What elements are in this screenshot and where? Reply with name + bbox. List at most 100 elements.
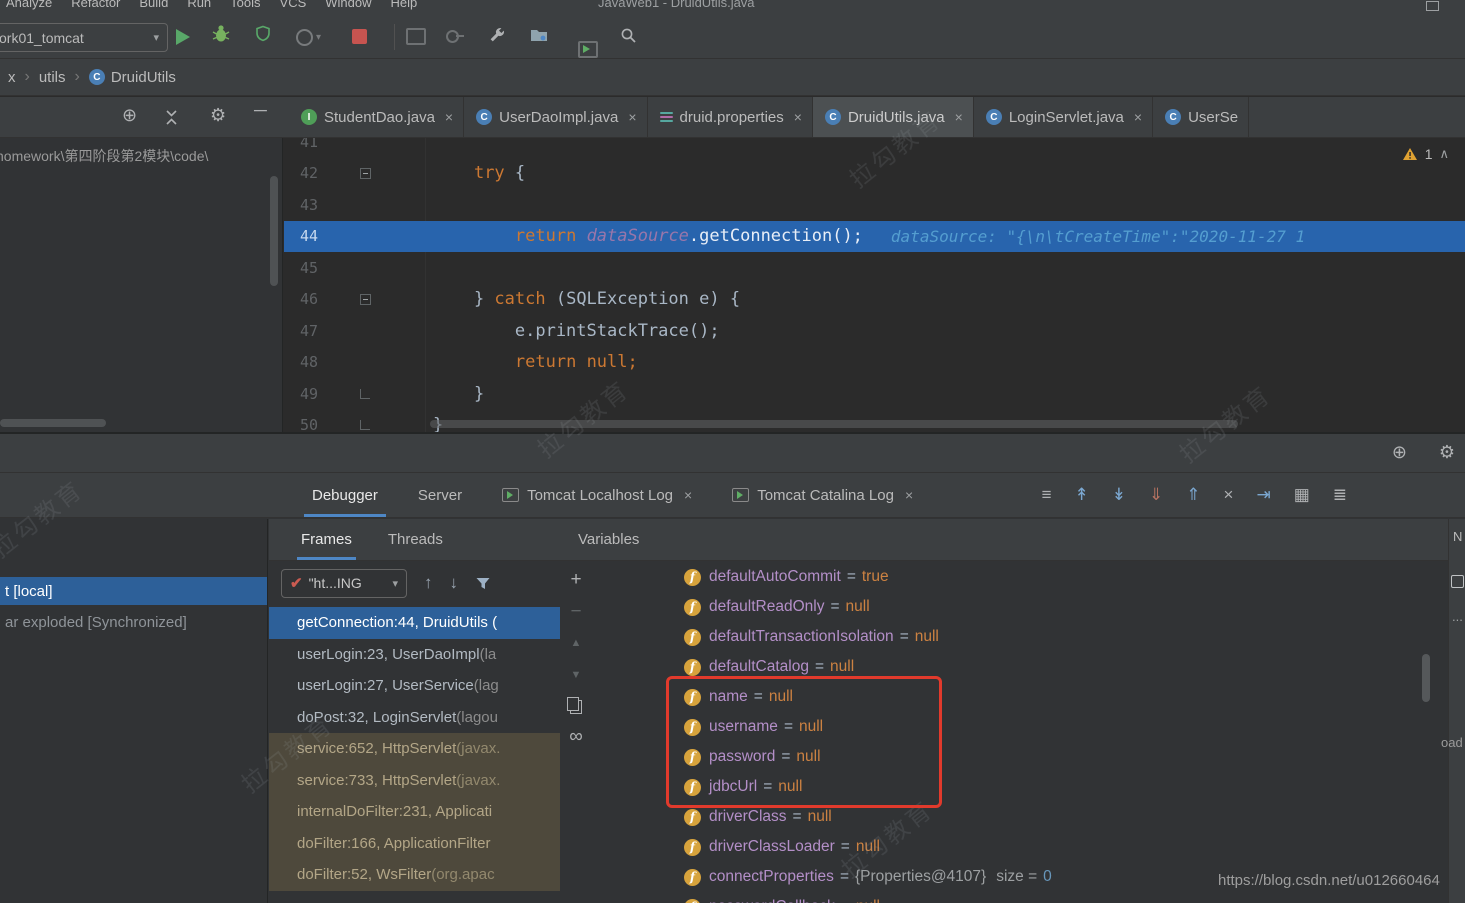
window-control-icon[interactable] — [1426, 1, 1439, 11]
fold-marker-icon[interactable] — [360, 167, 371, 179]
editor-tab-druidutils-java[interactable]: C DruidUtils.java × — [812, 97, 974, 137]
stack-frame-row[interactable]: doFilter:52, WsFilter (org.apac — [269, 859, 560, 891]
stack-frame-row[interactable]: getConnection:44, DruidUtils ( — [269, 607, 560, 639]
breadcrumb-item[interactable]: DruidUtils — [111, 69, 176, 86]
pin-tab-icon[interactable]: ≣ — [1333, 485, 1347, 505]
line-number[interactable]: 50 — [284, 416, 318, 432]
close-tab-icon[interactable]: × — [955, 109, 963, 125]
remove-watch-icon[interactable]: − — [570, 602, 581, 621]
variable-row[interactable]: f driverClassLoader = null — [592, 832, 1465, 862]
variable-row[interactable]: f jdbcUrl = null — [592, 772, 1465, 802]
menu-item-tools[interactable]: Tools — [230, 0, 260, 10]
menu-item-build[interactable]: Build — [139, 0, 168, 10]
run-button[interactable] — [176, 29, 190, 45]
key-icon[interactable] — [446, 30, 464, 43]
code-editor[interactable]: 41 42 try {43 44 return dataSource .getConn… — [284, 138, 1465, 432]
stack-frame-row[interactable]: userLogin:23, UserDaoImpl (la — [269, 639, 560, 671]
coverage-shield-icon[interactable] — [254, 25, 272, 42]
gear-icon[interactable]: ⚙ — [210, 105, 226, 126]
debug-tab-tomcat-localhost-log[interactable]: Tomcat Localhost Log × — [482, 473, 712, 517]
project-path[interactable]: homework\第四阶段第2模块\code\ — [0, 146, 282, 166]
filter-funnel-icon[interactable] — [475, 576, 491, 591]
code-line[interactable]: e.printStackTrace(); — [425, 315, 720, 347]
move-down-icon[interactable]: ▼ — [571, 666, 582, 685]
stack-frame-row[interactable]: userLogin:27, UserService (lag — [269, 670, 560, 702]
add-watch-icon[interactable]: + — [570, 570, 581, 589]
locate-target-icon[interactable]: ⊕ — [1392, 442, 1407, 463]
tab-threads[interactable]: Threads — [384, 519, 447, 560]
variable-row[interactable]: f defaultCatalog = null — [592, 652, 1465, 682]
fold-end-icon[interactable] — [360, 420, 370, 431]
variable-row[interactable]: f name = null — [592, 682, 1465, 712]
editor-tab-loginservlet-java[interactable]: C LoginServlet.java × — [974, 97, 1154, 137]
debug-tab-debugger[interactable]: Debugger — [292, 473, 398, 517]
project-structure-folder-icon[interactable] — [530, 27, 548, 42]
window-icon[interactable] — [406, 28, 426, 45]
code-line[interactable] — [425, 138, 433, 158]
menu-item-help[interactable]: Help — [391, 0, 418, 10]
soft-wrap-icon[interactable]: ⇥ — [1256, 485, 1270, 505]
cut-panel-icon[interactable] — [1451, 575, 1464, 588]
stack-frame-row[interactable]: doPost:32, LoginServlet (lagou — [269, 702, 560, 734]
stack-frame-row[interactable]: service:733, HttpServlet (javax. — [269, 764, 560, 796]
close-tab-icon[interactable]: × — [684, 487, 692, 503]
close-tab-icon[interactable]: × — [1134, 109, 1142, 125]
code-line[interactable]: return null; — [425, 346, 638, 378]
scroll-to-top-icon[interactable]: ↟ — [1075, 485, 1089, 505]
line-number[interactable]: 41 — [284, 138, 318, 151]
project-horizontal-scrollbar[interactable] — [0, 419, 106, 427]
code-line[interactable] — [425, 252, 433, 284]
editor-tab-druid-properties[interactable]: druid.properties × — [648, 97, 813, 137]
variable-row[interactable]: f defaultReadOnly = null — [592, 592, 1465, 622]
line-number[interactable]: 49 — [284, 385, 318, 403]
move-up-icon[interactable]: ▲ — [571, 634, 582, 653]
menu-item-refactor[interactable]: Refactor — [71, 0, 120, 10]
menu-item-window[interactable]: Window — [325, 0, 371, 10]
close-tab-icon[interactable]: × — [628, 109, 636, 125]
clear-console-icon[interactable]: × — [1224, 485, 1234, 505]
close-tab-icon[interactable]: × — [794, 109, 802, 125]
fold-end-icon[interactable] — [360, 388, 370, 399]
download-icon[interactable]: ⇓ — [1149, 485, 1163, 505]
variables-scrollbar[interactable] — [1422, 654, 1430, 702]
thread-selector[interactable]: ✔ "ht...ING ▾ — [281, 568, 407, 598]
variable-row[interactable]: f username = null — [592, 712, 1465, 742]
inspection-widget[interactable]: 1 ∧ — [1402, 146, 1449, 162]
editor-tab-userdaoimpl-java[interactable]: C UserDaoImpl.java × — [464, 97, 648, 137]
close-tab-icon[interactable]: × — [905, 487, 913, 503]
stack-frame-row[interactable]: service:652, HttpServlet (javax. — [269, 733, 560, 765]
restore-layout-icon[interactable]: ▦ — [1294, 485, 1310, 505]
service-row[interactable]: ar exploded [Synchronized] — [0, 608, 267, 636]
tab-frames[interactable]: Frames — [297, 519, 356, 560]
locate-target-icon[interactable]: ⊕ — [122, 105, 137, 126]
variable-row[interactable]: f defaultAutoCommit = true — [592, 562, 1465, 592]
profiler-icon[interactable]: ▾ — [296, 29, 321, 46]
code-line[interactable]: } catch (SQLException e) { — [425, 283, 740, 315]
line-number[interactable]: 47 — [284, 322, 318, 340]
line-number[interactable]: 43 — [284, 196, 318, 214]
variable-row[interactable]: f driverClass = null — [592, 802, 1465, 832]
variable-row[interactable]: f defaultTransactionIsolation = null — [592, 622, 1465, 652]
editor-horizontal-scrollbar[interactable] — [430, 420, 1238, 428]
code-line[interactable] — [425, 189, 433, 221]
breadcrumb-item[interactable]: utils — [39, 69, 66, 86]
menu-item-vcs[interactable]: VCS — [280, 0, 307, 10]
previous-frame-icon[interactable]: ↑ — [424, 573, 433, 593]
line-number[interactable]: 42 — [284, 164, 318, 182]
scroll-to-end-icon[interactable]: ↡ — [1112, 485, 1126, 505]
variable-row[interactable]: f password = null — [592, 742, 1465, 772]
close-tab-icon[interactable]: × — [445, 109, 453, 125]
fold-marker-icon[interactable] — [360, 293, 371, 305]
duplicate-icon[interactable] — [567, 697, 582, 714]
line-number[interactable]: 46 — [284, 290, 318, 308]
code-line[interactable]: } — [425, 378, 484, 410]
line-number[interactable]: 44 — [284, 227, 318, 245]
run-configuration-select[interactable]: ork01_tomcat ▾ — [0, 23, 168, 52]
variable-row[interactable]: f passwordCallback = null — [592, 892, 1465, 903]
editor-tab-studentdao-java[interactable]: I StudentDao.java × — [289, 97, 465, 137]
search-icon[interactable] — [620, 27, 637, 44]
debug-tab-server[interactable]: Server — [398, 473, 482, 517]
line-number[interactable]: 45 — [284, 259, 318, 277]
code-line[interactable]: return dataSource .getConnection(); dataSo… — [425, 220, 1305, 252]
service-row[interactable]: t [local] — [0, 577, 267, 605]
